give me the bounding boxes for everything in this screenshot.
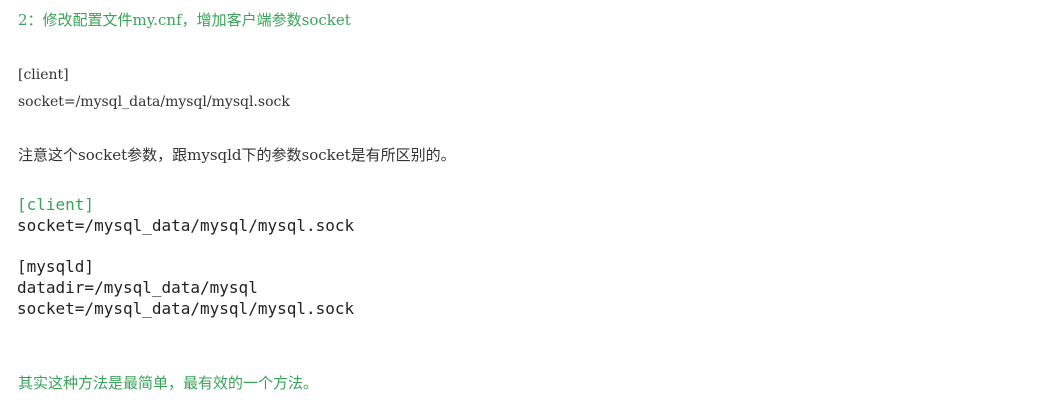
- code-block: [client] socket=/mysql_data/mysql/mysql.…: [17, 195, 437, 320]
- code-line-client-socket: socket=/mysql_data/mysql/mysql.sock: [17, 215, 355, 235]
- code-line-mysqld-socket: socket=/mysql_data/mysql/mysql.sock: [17, 298, 355, 318]
- code-line-datadir: datadir=/mysql_data/mysql: [17, 277, 258, 297]
- note-paragraph: 注意这个socket参数，跟mysqld下的参数socket是有所区别的。: [18, 146, 456, 164]
- code-line-client-section: [client]: [17, 195, 95, 214]
- step-heading: 2：修改配置文件my.cnf，增加客户端参数socket: [18, 11, 351, 29]
- code-line-mysqld-section: [mysqld]: [17, 257, 95, 277]
- config-section-client: [client]: [18, 67, 69, 83]
- config-socket-line: socket=/mysql_data/mysql/mysql.sock: [18, 94, 290, 110]
- conclusion-paragraph: 其实这种方法是最简单，最有效的一个方法。: [18, 374, 319, 392]
